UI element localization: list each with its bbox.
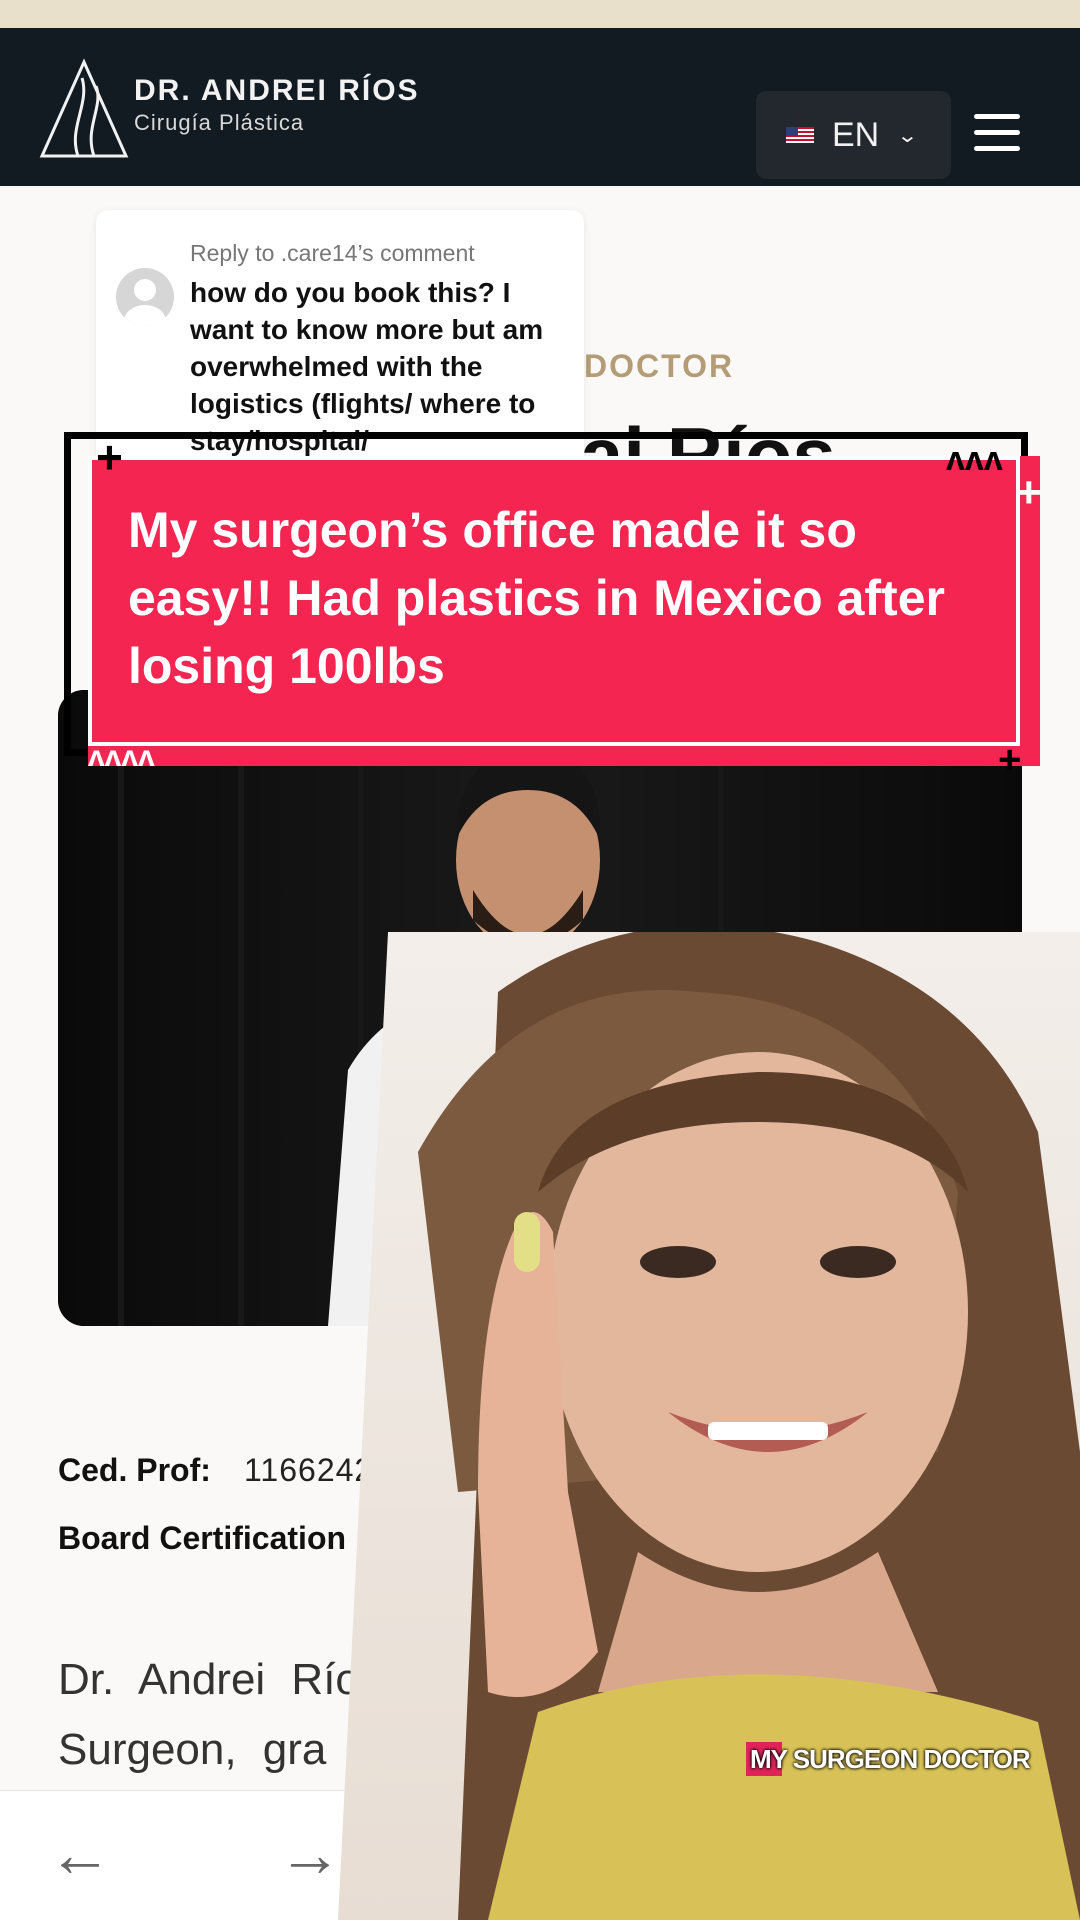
- chevron-down-icon: ⌄: [896, 124, 919, 147]
- us-flag-icon: [786, 127, 814, 143]
- video-caption: MY SURGEON DOCTOR: [750, 1744, 1031, 1774]
- forward-arrow-icon[interactable]: →: [278, 1817, 342, 1891]
- bio-paragraph: Dr. Andrei Río Surgeon, gra: [58, 1645, 360, 1785]
- zigzag-decoration-icon: ᴧᴧᴧ: [946, 440, 1003, 478]
- zigzag-decoration-icon: ᴧᴧᴧᴧ: [88, 740, 155, 773]
- status-strip: [0, 0, 1080, 28]
- site-header: DR. ANDREI RÍOS Cirugía Plástica EN ⌄: [0, 28, 1080, 186]
- reply-label: Reply to .care14’s comment: [190, 240, 475, 266]
- bio-line-2: Surgeon, gra: [58, 1725, 327, 1774]
- logo-text[interactable]: DR. ANDREI RÍOS Cirugía Plástica: [134, 74, 420, 136]
- reply-comment-card[interactable]: Reply to .care14’s comment how do you bo…: [96, 210, 584, 470]
- board-certification-label: Board Certification: [58, 1520, 347, 1556]
- logo-title: DR. ANDREI RÍOS: [134, 74, 420, 107]
- logo-icon[interactable]: [38, 58, 130, 160]
- plus-decoration-icon: +: [998, 738, 1022, 782]
- ced-label: Ced. Prof:: [58, 1452, 211, 1488]
- caption-banner: My surgeon’s office made it so easy!! Ha…: [88, 456, 1040, 766]
- avatar: [116, 268, 174, 326]
- language-selector[interactable]: EN ⌄: [756, 91, 951, 179]
- plus-decoration-icon: +: [1016, 468, 1042, 517]
- back-arrow-icon[interactable]: ←: [48, 1817, 112, 1891]
- banner-text: My surgeon’s office made it so easy!! Ha…: [128, 502, 945, 694]
- language-code: EN: [832, 115, 880, 154]
- hamburger-menu-icon[interactable]: [974, 114, 1020, 152]
- logo-subtitle: Cirugía Plástica: [134, 110, 305, 135]
- plus-decoration-icon: +: [96, 431, 123, 483]
- bio-line-1: Dr. Andrei Río: [58, 1655, 360, 1704]
- section-kicker: DOCTOR: [584, 348, 735, 384]
